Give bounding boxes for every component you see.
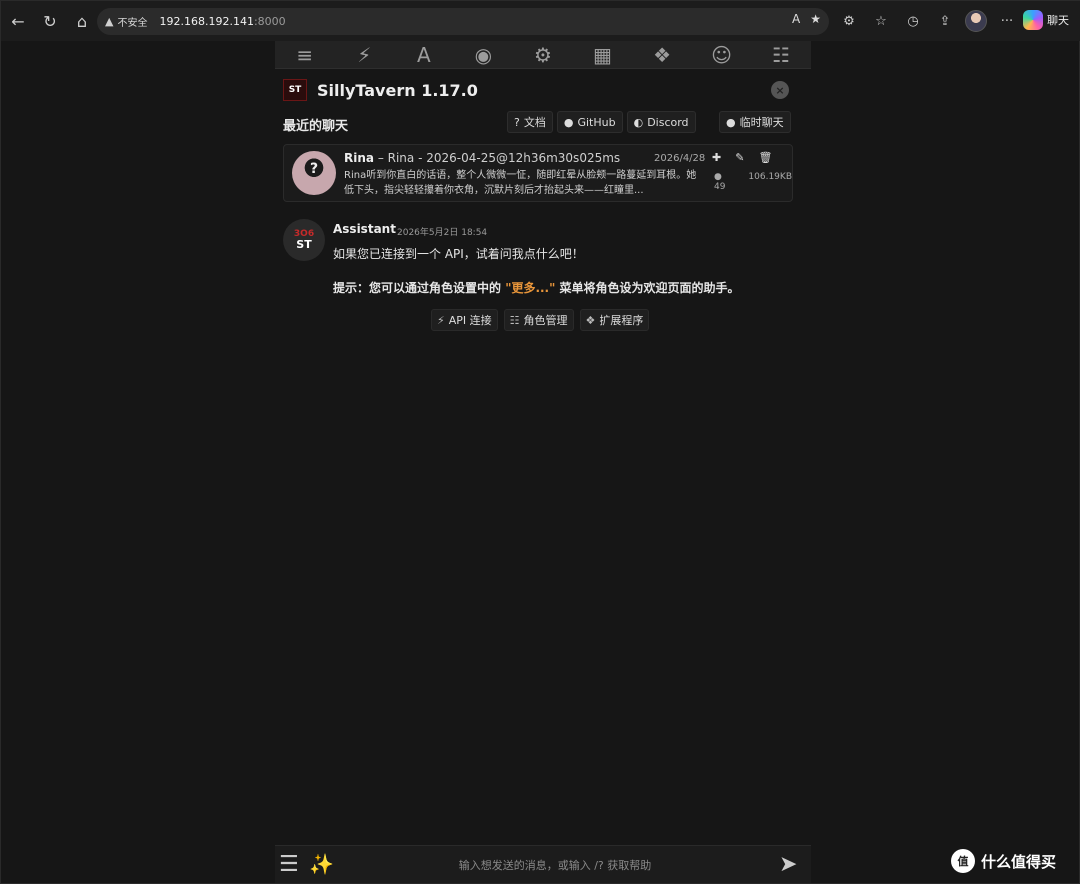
magic-wand-icon[interactable]: ✨ [309,852,334,876]
id-card-icon: ☷ [509,313,520,327]
extensions-label: 扩展程序 [599,314,644,327]
github-label: GitHub [577,115,616,129]
chat-stats: ● 49 106.19KB [714,172,792,192]
backgrounds-icon[interactable]: ▦ [588,42,618,68]
copilot-logo-icon [1023,10,1043,30]
share-icon[interactable]: ⇪ [933,7,957,35]
ai-settings-icon[interactable]: ≡ [290,42,320,68]
plug-icon: ⚡ [437,313,445,327]
tip-suffix: 菜单将角色设为欢迎页面的助手。 [555,281,740,295]
insecure-label[interactable]: 不安全 [117,14,147,29]
api-connection-button[interactable]: ⚡ API 连接 [431,309,498,331]
message-count: ● 49 [714,172,726,192]
edit-icon[interactable]: ✎ [735,151,744,164]
chat-input-bar: ☰ ✨ ➤ [275,845,811,883]
watermark-text: 什么值得买 [981,852,1057,871]
docs-label: 文档 [523,116,546,129]
url-host: 192.168.192.141 [159,15,254,28]
history-icon[interactable]: ◷ [901,7,925,35]
close-button[interactable]: × [771,81,789,99]
discord-label: Discord [647,115,689,129]
github-link[interactable]: ● GitHub [556,111,623,133]
help-links: ? 文档 ● GitHub ◐ Discord [507,111,696,133]
avatar-st-text: ST [296,237,312,251]
message-tip: 提示：您可以通过角色设置中的 "更多..." 菜单将角色设为欢迎页面的助手。 [333,279,740,296]
docs-link[interactable]: ? 文档 [507,111,553,133]
github-icon: ● [563,115,574,129]
panel-header: ST SillyTavern 1.17.0 [283,79,478,101]
chat-file-name: – Rina - 2026-04-25@12h36m30s025ms [374,151,621,165]
extensions-button[interactable]: ❖ 扩展程序 [579,309,650,331]
formatting-icon[interactable]: A [409,42,439,68]
temp-chat-button[interactable]: ● 临时聊天 [719,111,791,133]
browser-toolbar: ← ↻ ⌂ ▲ 不安全 192.168.192.141 :8000 A ★ ⚙ … [1,1,1080,41]
more-icon[interactable]: ··· [995,7,1019,35]
cubes-icon: ❖ [585,313,596,327]
api-connection-label: API 连接 [448,314,492,327]
options-menu-icon[interactable]: ☰ [279,852,299,877]
recent-chats-title: 最近的聊天 [283,119,349,134]
temp-chat-label: 临时聊天 [739,116,784,129]
watermark-logo: 值 [951,849,975,873]
app-title: SillyTavern 1.17.0 [317,80,478,100]
tip-prefix: 提示：您可以通过角色设置中的 [333,281,506,295]
read-aloud-icon[interactable]: A [792,12,800,26]
url-port: :8000 [253,15,286,28]
chat-date: 2026/4/28 [654,153,706,164]
top-icon-bar: ≡ ⚡ A ◉ ⚙ ▦ ❖ ☺ ☷ [275,41,811,69]
character-name: Rina [344,151,374,165]
chat-title: Rina – Rina - 2026-04-25@12h36m30s025ms [344,151,620,165]
extensions-icon[interactable]: ❖ [647,42,677,68]
favorite-icon[interactable]: ★ [810,12,821,26]
chat-bubble-icon: ● [726,115,736,129]
send-icon[interactable]: ➤ [779,852,797,877]
chat-size: 106.19KB [748,172,792,182]
discord-icon: ◐ [633,115,644,129]
message-text: 如果您已连接到一个 API，试着问我点什么吧！ [333,247,584,261]
reload-icon[interactable]: ↻ [35,6,65,36]
delete-icon[interactable]: 🗑 [758,151,772,164]
copilot-button[interactable]: 聊天 [1023,10,1069,30]
character-management-label: 角色管理 [523,314,568,327]
watermark: 值 什么值得买 [951,849,1056,873]
api-plug-icon[interactable]: ⚡ [349,42,379,68]
persona-icon[interactable]: ☺ [707,42,737,68]
tip-highlight: "更多..." [505,281,556,295]
user-settings-icon[interactable]: ⚙ [528,42,558,68]
warning-icon: ▲ [105,15,114,28]
assistant-avatar: 3O6 ST [283,219,325,261]
question-icon: ? [514,115,520,129]
chat-input[interactable] [345,852,765,878]
home-icon[interactable]: ⌂ [67,6,97,36]
character-management-button[interactable]: ☷ 角色管理 [503,309,574,331]
world-info-icon[interactable]: ◉ [468,42,498,68]
pin-icon[interactable]: ✚ [712,151,721,164]
address-bar[interactable]: ▲ 不安全 192.168.192.141 :8000 A ★ [97,8,829,35]
copilot-label: 聊天 [1047,14,1069,27]
profile-avatar[interactable] [965,10,987,32]
chat-actions: ✚ ✎ 🗑 [712,151,772,164]
quick-actions: ⚡ API 连接 ☷ 角色管理 ❖ 扩展程序 [431,309,650,331]
discord-link[interactable]: ◐ Discord [626,111,696,133]
character-avatar: ? [292,151,336,195]
favorites-icon[interactable]: ☆ [869,7,893,35]
app-window: ← ↻ ⌂ ▲ 不安全 192.168.192.141 :8000 A ★ ⚙ … [0,0,1080,884]
avatar-question-icon: ? [309,161,319,177]
recent-chat-item[interactable]: ? Rina – Rina - 2026-04-25@12h36m30s025m… [283,144,793,202]
browser-tools: ⚙ ☆ ◷ ⇪ ··· [837,7,1019,35]
message-timestamp: 2026年5月2日 18:54 [397,228,488,238]
assistant-name: Assistant [333,222,396,236]
back-icon[interactable]: ← [3,6,33,36]
st-logo: ST [283,79,307,101]
character-card-icon[interactable]: ☷ [766,42,796,68]
extensions-icon[interactable]: ⚙ [837,7,861,35]
chat-preview: Rina听到你直白的话语，整个人微微一怔，随即红晕从脸颊一路蔓延到耳根。她低下头… [344,170,697,196]
